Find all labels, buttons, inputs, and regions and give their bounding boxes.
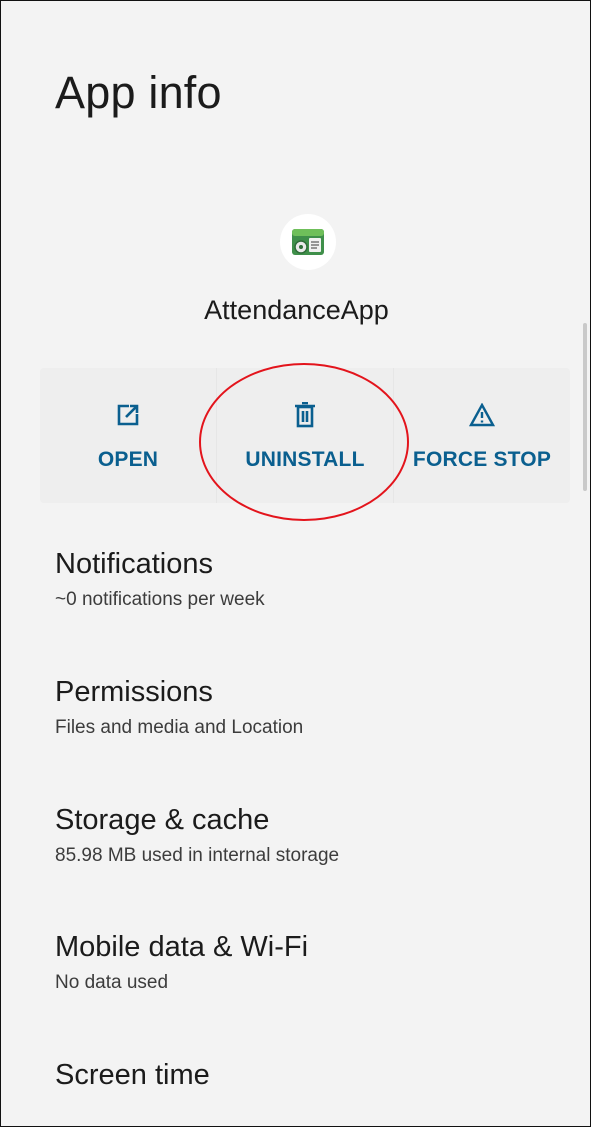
trash-icon xyxy=(294,401,316,429)
action-bar: OPEN UNINSTALL FORCE STOP xyxy=(40,368,570,503)
open-button[interactable]: OPEN xyxy=(40,368,216,503)
notifications-subtitle: ~0 notifications per week xyxy=(55,589,265,610)
app-info-screen: App info AttendanceApp OPEN UNINSTALL FO… xyxy=(0,0,591,1127)
storage-cache-item[interactable]: Storage & cache 85.98 MB used in interna… xyxy=(55,804,339,867)
force-stop-button[interactable]: FORCE STOP xyxy=(393,368,570,503)
mobile-data-wifi-subtitle: No data used xyxy=(55,972,169,993)
attendance-app-icon xyxy=(280,214,336,270)
mobile-data-wifi-item[interactable]: Mobile data & Wi-Fi No data used xyxy=(55,931,308,994)
storage-cache-subtitle: 85.98 MB used in internal storage xyxy=(55,845,340,866)
permissions-title: Permissions xyxy=(55,676,213,708)
page-title: App info xyxy=(55,67,222,118)
app-name: AttendanceApp xyxy=(204,295,389,325)
uninstall-label: UNINSTALL xyxy=(245,448,365,471)
notifications-item[interactable]: Notifications ~0 notifications per week xyxy=(55,548,265,611)
screen-time-title: Screen time xyxy=(55,1059,210,1091)
uninstall-button[interactable]: UNINSTALL xyxy=(216,368,393,503)
screen-time-item[interactable]: Screen time xyxy=(55,1059,210,1092)
mobile-data-wifi-title: Mobile data & Wi-Fi xyxy=(55,931,309,963)
open-label: OPEN xyxy=(97,448,159,471)
storage-cache-title: Storage & cache xyxy=(55,804,270,836)
notifications-title: Notifications xyxy=(55,548,213,580)
scrollbar-thumb[interactable] xyxy=(583,323,587,491)
permissions-item[interactable]: Permissions Files and media and Location xyxy=(55,676,303,739)
open-external-icon xyxy=(116,401,140,429)
permissions-subtitle: Files and media and Location xyxy=(55,717,304,738)
force-stop-label: FORCE STOP xyxy=(412,448,552,471)
warning-icon xyxy=(469,401,495,429)
